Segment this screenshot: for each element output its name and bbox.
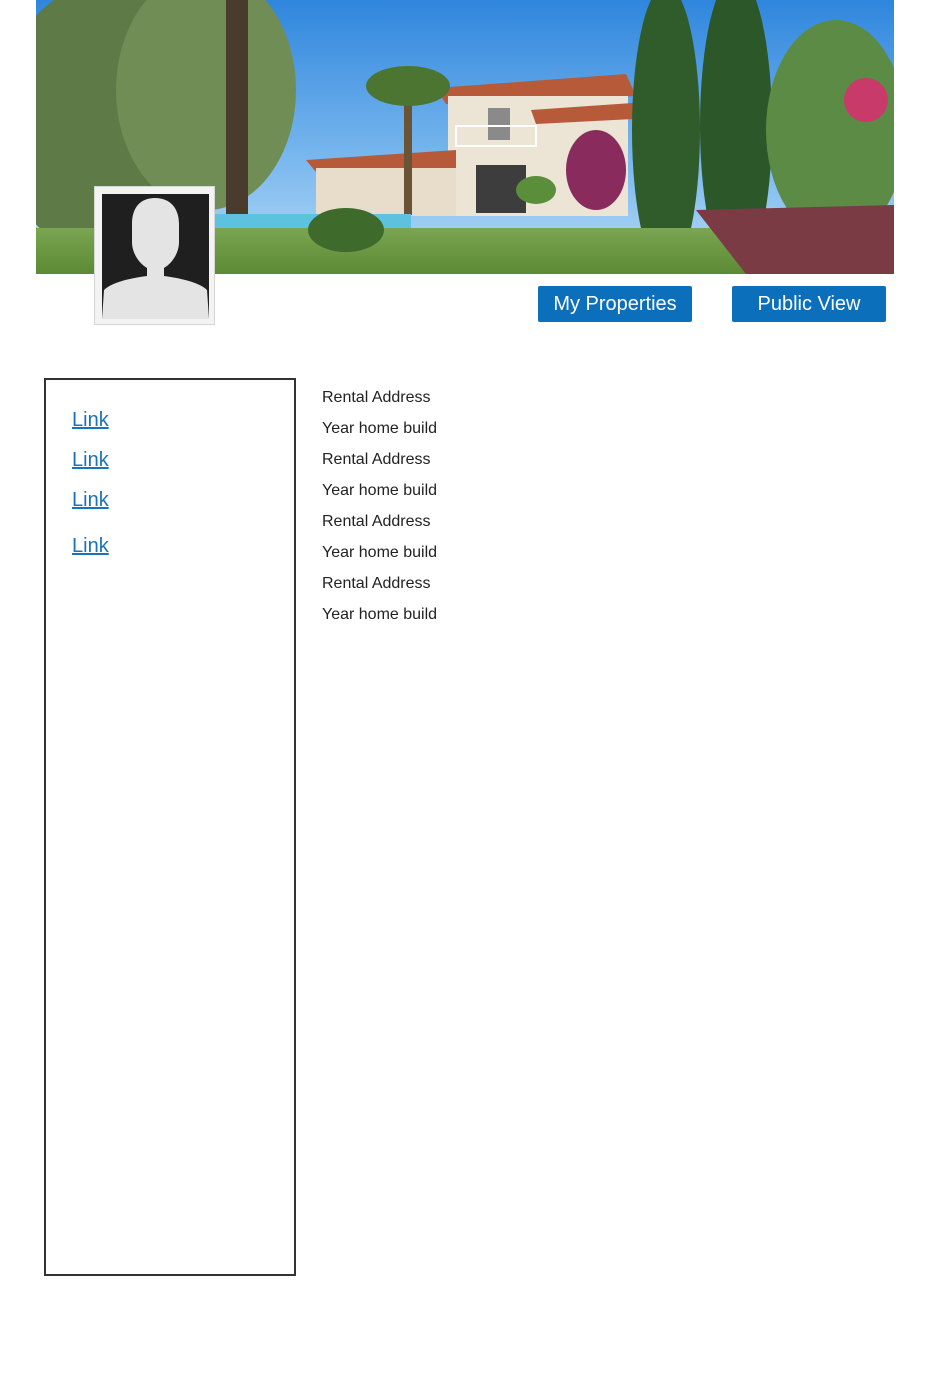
rental-address-label: Rental Address bbox=[322, 575, 431, 592]
sidebar-link-1[interactable]: Link bbox=[72, 408, 109, 432]
rental-address-label: Rental Address bbox=[322, 451, 431, 468]
rental-address-label: Rental Address bbox=[322, 389, 431, 406]
my-properties-button[interactable]: My Properties bbox=[538, 286, 692, 322]
sidebar-link-2[interactable]: Link bbox=[72, 448, 109, 472]
profile-avatar[interactable] bbox=[94, 186, 215, 325]
public-view-button[interactable]: Public View bbox=[732, 286, 886, 322]
property-details-list: Rental Address Year home build Rental Ad… bbox=[322, 382, 437, 630]
rental-address-label: Rental Address bbox=[322, 513, 431, 530]
year-home-build-label: Year home build bbox=[322, 420, 438, 437]
year-home-build-label: Year home build bbox=[322, 606, 438, 623]
user-silhouette-icon bbox=[102, 194, 209, 319]
sidebar-link-4[interactable]: Link bbox=[72, 534, 109, 558]
sidebar-link-3[interactable]: Link bbox=[72, 488, 109, 512]
year-home-build-label: Year home build bbox=[322, 482, 438, 499]
sidebar-nav: Link Link Link Link bbox=[44, 378, 296, 1276]
year-home-build-label: Year home build bbox=[322, 544, 438, 561]
